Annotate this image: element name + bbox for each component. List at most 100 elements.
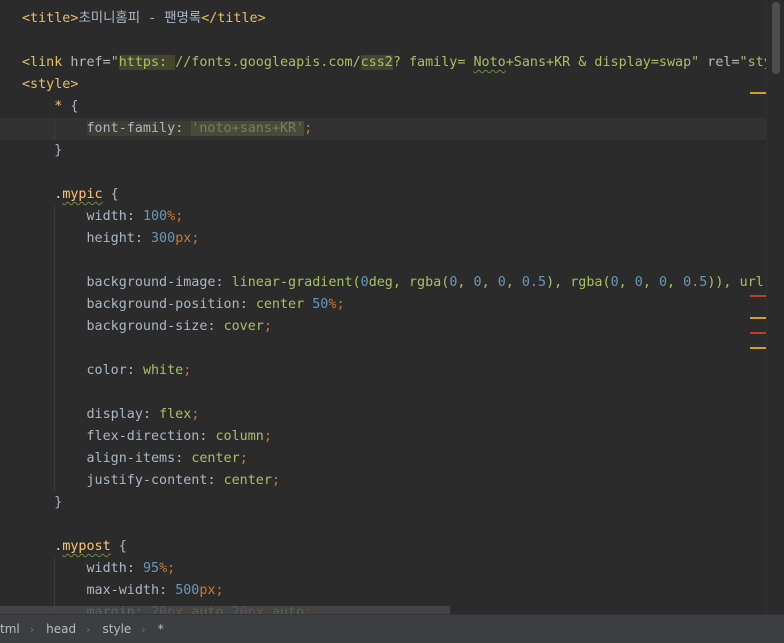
code-line: color: white; <box>22 360 192 382</box>
code-line: align-items: center; <box>22 448 248 470</box>
code-token: url( <box>739 275 766 290</box>
code-token: mypost <box>62 539 111 554</box>
code-line: <link href="https: //fonts.googleapis.co… <box>22 52 766 74</box>
breadcrumb-item-html[interactable]: tml › <box>0 622 42 636</box>
code-line: background-size: cover; <box>22 316 272 338</box>
code-token: { <box>110 539 127 554</box>
code-token: ; <box>175 209 184 224</box>
breadcrumb-item-selector[interactable]: * <box>154 622 168 636</box>
code-token: center <box>223 473 272 488</box>
code-token: column <box>215 429 264 444</box>
code-token: ; <box>239 451 248 466</box>
code-line: <title>초미니홈피 - 팬명록</title> <box>22 8 266 30</box>
code-token: : <box>126 561 143 576</box>
code-token: 100 <box>142 209 168 224</box>
code-token: https: <box>118 55 176 70</box>
code-token: 50 <box>312 297 329 312</box>
code-token: flex <box>159 407 192 422</box>
code-token: 95 <box>142 561 160 576</box>
code-token: ; <box>183 363 192 378</box>
code-token: 0 <box>658 275 667 290</box>
code-token: , <box>457 275 474 290</box>
code-token: width <box>86 209 127 224</box>
scrollbar-thumb[interactable] <box>772 2 780 74</box>
code-token: 0 <box>473 275 482 290</box>
code-token: white <box>142 363 184 378</box>
breadcrumb-item-style[interactable]: style › <box>99 622 154 636</box>
error-stripe-marker[interactable] <box>750 332 766 334</box>
code-token: </title> <box>201 11 266 26</box>
code-line: max-width: 500px; <box>22 580 224 602</box>
code-token: 0 <box>497 275 506 290</box>
code-line: background-position: center 50%; <box>22 294 345 316</box>
code-token: , <box>481 275 498 290</box>
code-line: } <box>22 140 62 162</box>
code-token: 0.5 <box>683 275 708 290</box>
code-line: .mypic { <box>22 184 119 206</box>
code-line: width: 100%; <box>22 206 184 228</box>
error-stripe-marker[interactable] <box>750 317 766 319</box>
code-line: font-family: 'noto+sans+KR'; <box>22 118 312 140</box>
code-line: <style> <box>22 74 78 96</box>
code-token: : <box>134 231 151 246</box>
code-token: 'noto+sans+KR' <box>191 121 305 136</box>
breadcrumb-bar: tml › head › style › * <box>0 614 784 643</box>
error-stripe-marker[interactable] <box>750 92 766 94</box>
code-token: "sty <box>739 55 766 70</box>
code-token: align-items <box>86 451 176 466</box>
code-token: ? family= <box>392 55 474 70</box>
breadcrumb-label: head <box>46 622 77 636</box>
code-line: } <box>22 492 62 514</box>
code-token: color <box>86 363 127 378</box>
code-line: * { <box>22 96 78 118</box>
code-token: ; <box>167 561 176 576</box>
code-token: font-family <box>86 121 176 136</box>
code-token: deg, <box>368 275 409 290</box>
error-stripe-marker[interactable] <box>750 347 766 349</box>
chevron-right-icon: › <box>29 622 35 636</box>
code-line: justify-content: center; <box>22 470 281 492</box>
code-token: } <box>54 143 63 158</box>
error-stripe-marker[interactable] <box>750 295 766 297</box>
code-token: rgba( <box>409 275 450 290</box>
breadcrumb-label: style <box>102 622 132 636</box>
code-token: px <box>175 231 192 246</box>
code-token: ; <box>191 231 200 246</box>
code-token: : <box>239 297 256 312</box>
code-line: flex-direction: column; <box>22 426 272 448</box>
code-token: flex-direction <box>86 429 200 444</box>
horizontal-scrollbar[interactable] <box>0 606 450 614</box>
code-token: , <box>642 275 659 290</box>
vertical-scrollbar[interactable] <box>766 0 784 614</box>
code-token: mypic <box>62 187 103 202</box>
code-token: background-image <box>86 275 216 290</box>
code-token: px <box>199 583 216 598</box>
breadcrumb-item-head[interactable]: head › <box>42 622 98 636</box>
code-token: display <box>86 407 143 422</box>
code-token: center <box>191 451 240 466</box>
code-token: ; <box>215 583 224 598</box>
code-line: display: flex; <box>22 404 200 426</box>
code-token: 0 <box>360 275 369 290</box>
code-token: linear-gradient( <box>231 275 361 290</box>
code-token: / <box>352 55 361 70</box>
code-token: % <box>167 209 176 224</box>
code-editor[interactable]: <title>초미니홈피 - 팬명록</title> <link href="ht… <box>0 0 766 614</box>
code-token: <link <box>22 55 71 70</box>
code-token: { <box>102 187 119 202</box>
code-token: ; <box>263 429 272 444</box>
code-token: 300 <box>151 231 176 246</box>
chevron-right-icon: › <box>86 622 91 636</box>
code-token: Noto <box>473 55 506 70</box>
code-token: center <box>255 297 313 312</box>
code-token: : <box>199 429 216 444</box>
